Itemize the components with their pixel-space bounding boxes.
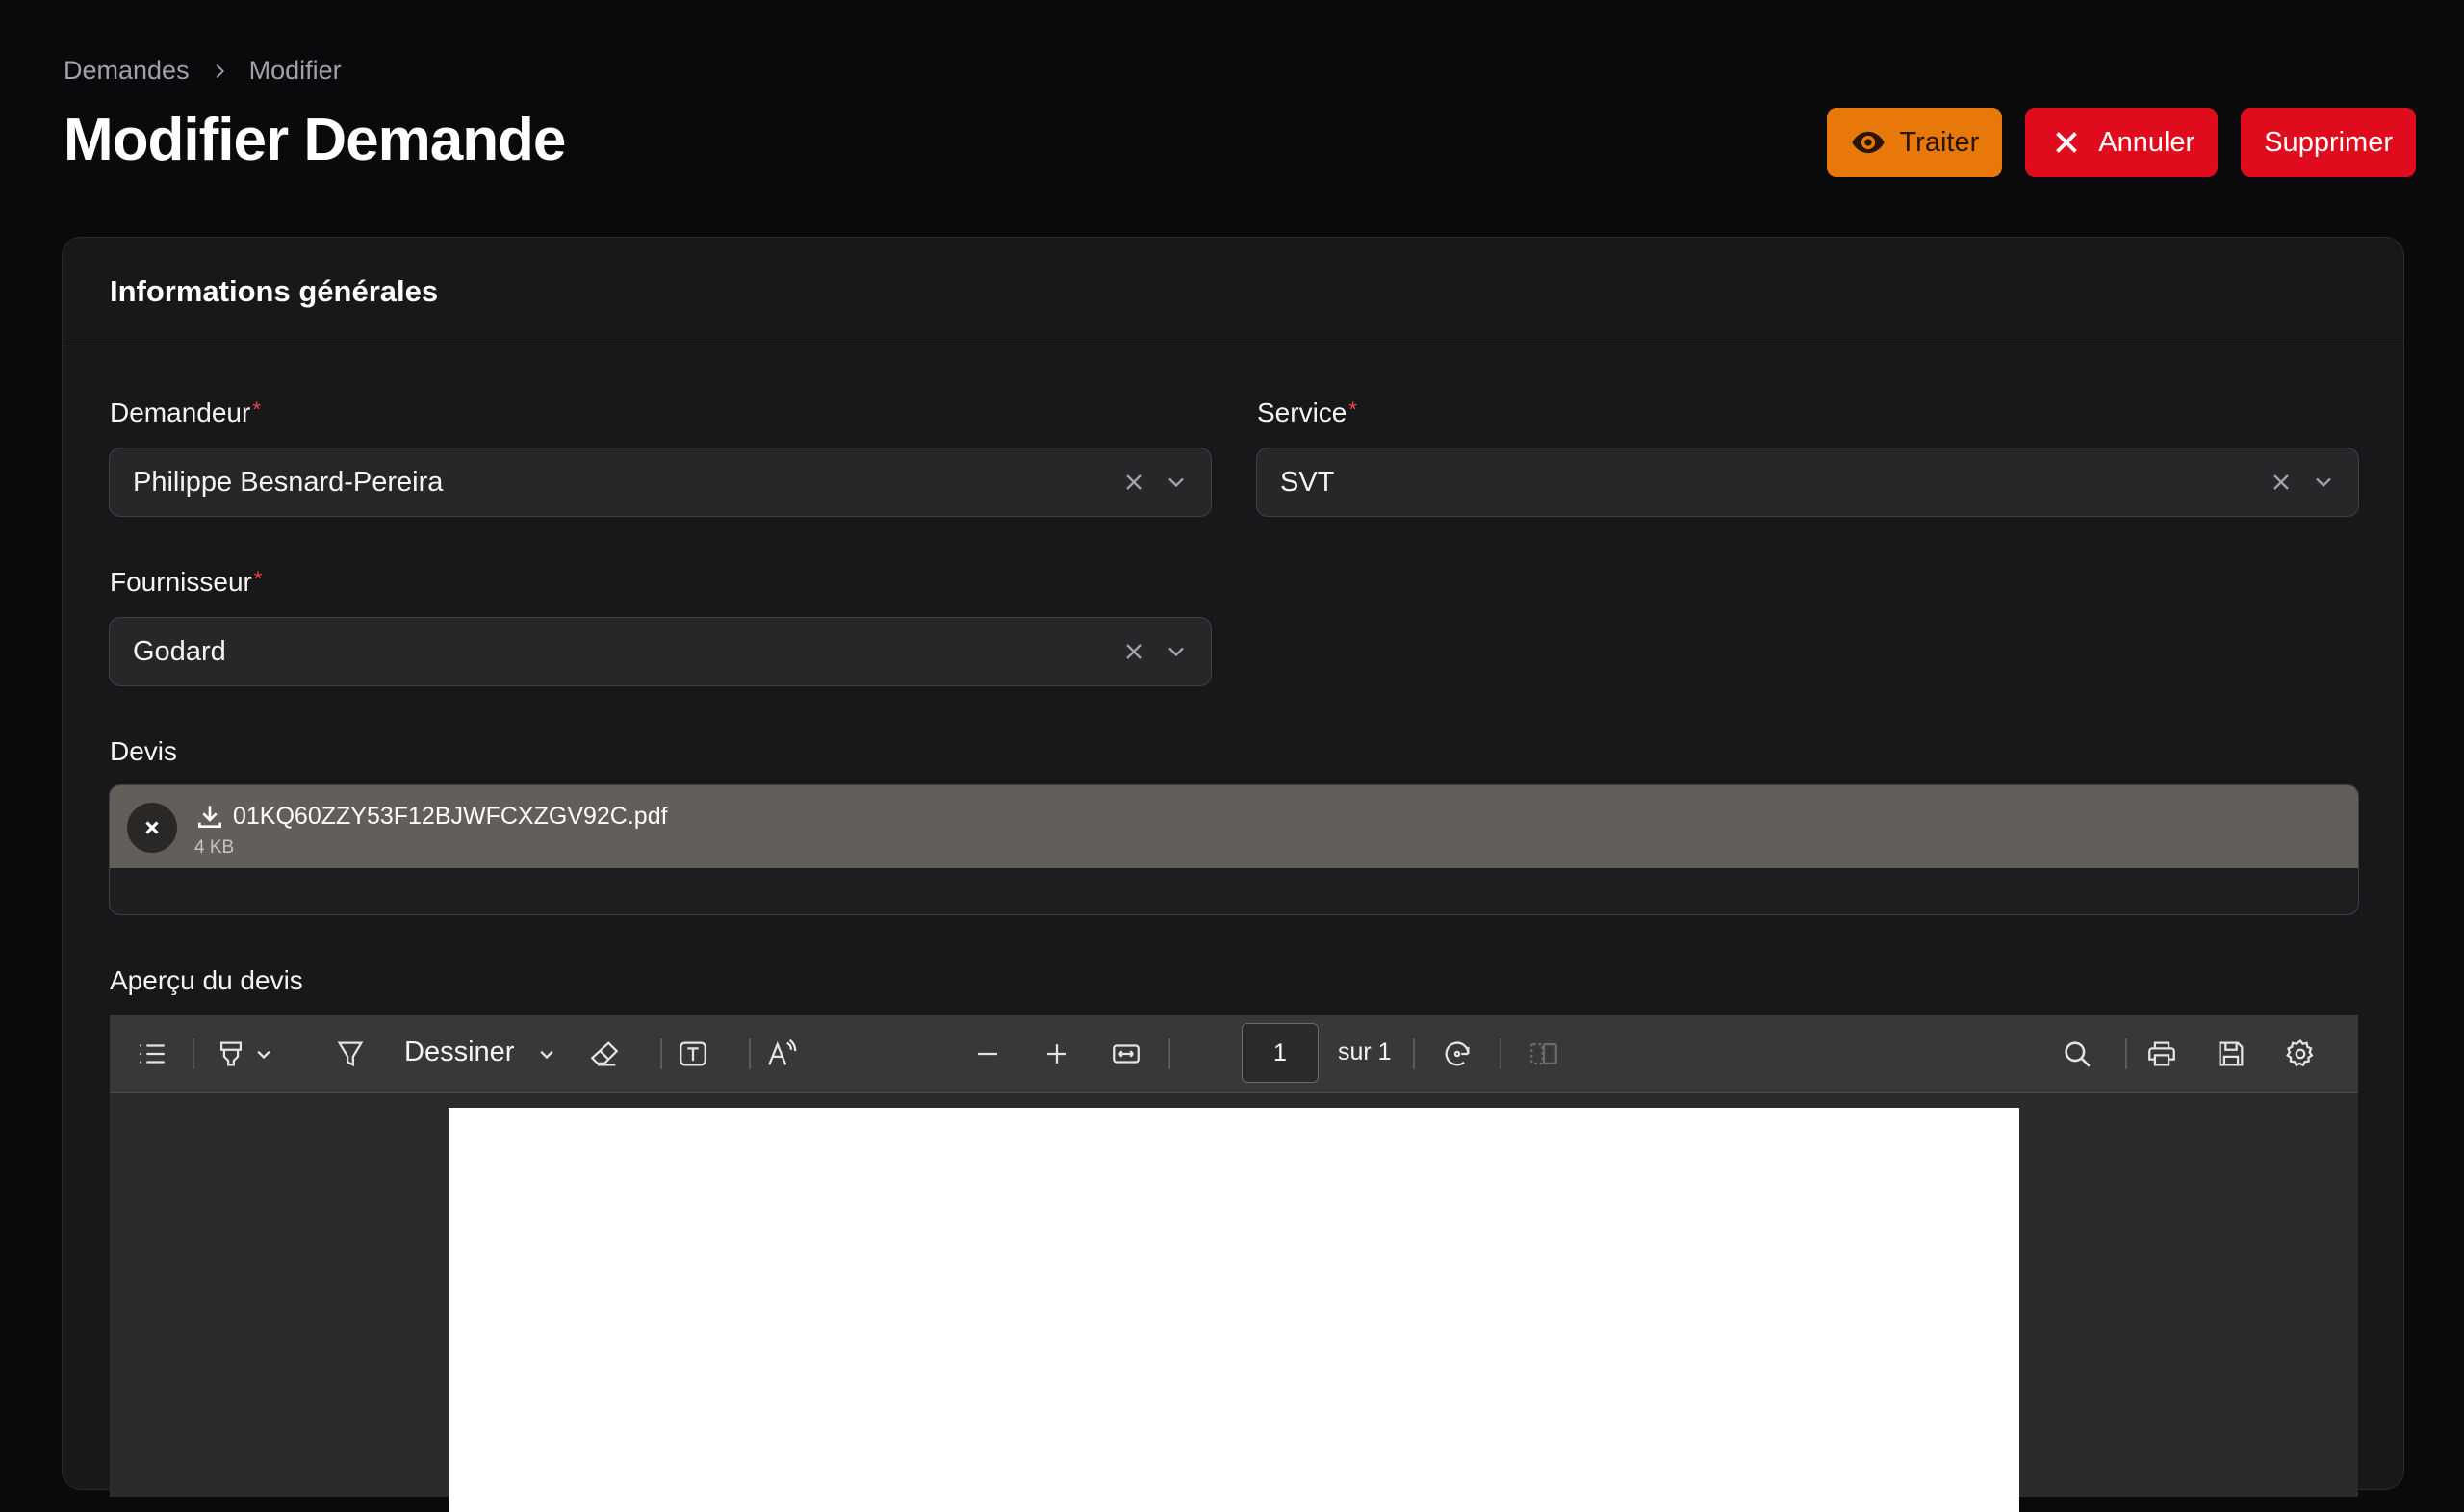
list-icon	[140, 1044, 165, 1064]
save-icon	[2219, 1041, 2244, 1066]
process-button-label: Traiter	[1899, 126, 1980, 158]
toolbar-divider	[660, 1038, 662, 1069]
zoom-in-button[interactable]	[1038, 1035, 1076, 1073]
download-icon[interactable]	[194, 801, 225, 832]
toolbar-divider	[1168, 1038, 1170, 1069]
draw-label[interactable]: Dessiner	[404, 1037, 514, 1068]
toolbar-divider	[1413, 1038, 1415, 1069]
file-name: 01KQ60ZZY53F12BJWFCXZGV92C.pdf	[233, 803, 668, 830]
chevron-down-icon[interactable]	[1163, 638, 1190, 665]
requester-label-text: Demandeur	[110, 397, 251, 427]
eye-icon	[1851, 131, 1885, 154]
clear-icon[interactable]	[1120, 638, 1147, 665]
zoom-out-button[interactable]	[968, 1035, 1007, 1073]
required-marker: *	[253, 567, 263, 591]
chevron-down-icon	[257, 1050, 270, 1060]
supplier-value: Godard	[133, 635, 226, 667]
text-tool[interactable]	[674, 1035, 712, 1073]
process-button[interactable]: Traiter	[1826, 108, 2003, 177]
preview-label: Aperçu du devis	[110, 965, 303, 995]
settings-button[interactable]	[2281, 1035, 2320, 1073]
page-total: sur 1	[1338, 1038, 1392, 1065]
rotate-icon	[1445, 1041, 1470, 1066]
supplier-select[interactable]: Godard	[109, 617, 1212, 686]
general-info-card: Informations générales Demandeur* Philip…	[62, 237, 2404, 1512]
requester-label: Demandeur*	[110, 397, 261, 428]
breadcrumb: Demandes Modifier	[64, 56, 342, 86]
highlighter-icon	[219, 1041, 243, 1066]
pdf-toolbar: Dessiner 1 sur 1	[110, 1015, 2358, 1093]
cancel-button-label: Annuler	[2098, 126, 2195, 158]
text-box-icon	[680, 1041, 706, 1066]
delete-button-label: Supprimer	[2264, 126, 2393, 158]
save-button[interactable]	[2212, 1035, 2250, 1073]
highlight-tool[interactable]	[212, 1035, 250, 1073]
draw-tool[interactable]	[331, 1035, 370, 1073]
required-marker: *	[252, 397, 261, 422]
header-actions: Traiter Annuler Supprimer	[1826, 108, 2416, 177]
service-value: SVT	[1280, 466, 1335, 498]
clear-icon[interactable]	[2268, 469, 2295, 496]
pdf-viewer: Dessiner 1 sur 1	[110, 1015, 2358, 1512]
file-size: 4 KB	[194, 837, 235, 858]
pen-icon	[337, 1041, 364, 1067]
requester-value: Philippe Besnard-Pereira	[133, 466, 444, 498]
rotate-button[interactable]	[1438, 1035, 1476, 1073]
page-layout-button[interactable]	[1525, 1035, 1563, 1073]
page-number-input[interactable]	[1242, 1023, 1319, 1083]
toolbar-divider	[192, 1038, 194, 1069]
requester-select[interactable]: Philippe Besnard-Pereira	[109, 448, 1212, 517]
draw-options[interactable]	[533, 1035, 560, 1073]
highlight-options[interactable]	[250, 1035, 277, 1073]
toolbar-divider	[1500, 1038, 1502, 1069]
remove-file-button[interactable]	[127, 803, 177, 853]
chevron-right-icon	[216, 64, 224, 78]
minus-icon	[978, 1052, 997, 1056]
quote-upload-area[interactable]: 01KQ60ZZY53F12BJWFCXZGV92C.pdf 4 KB	[109, 784, 2359, 915]
search-icon	[2065, 1041, 2091, 1067]
outline-toggle[interactable]	[133, 1035, 171, 1073]
toolbar-divider	[2125, 1038, 2127, 1069]
print-icon	[2148, 1041, 2175, 1066]
chevron-down-icon[interactable]	[2310, 469, 2337, 496]
delete-button[interactable]: Supprimer	[2241, 108, 2416, 177]
eraser-icon	[590, 1041, 619, 1066]
breadcrumb-item-current: Modifier	[248, 56, 342, 85]
close-icon	[145, 821, 159, 834]
cancel-button[interactable]: Annuler	[2025, 108, 2219, 177]
gear-icon	[2286, 1038, 2314, 1067]
breadcrumb-item-demandes[interactable]: Demandes	[64, 56, 190, 86]
service-select[interactable]: SVT	[1256, 448, 2359, 517]
pdf-page	[449, 1108, 2019, 1512]
uploaded-file: 01KQ60ZZY53F12BJWFCXZGV92C.pdf 4 KB	[110, 785, 2358, 868]
page-title: Modifier Demande	[64, 107, 566, 173]
required-marker: *	[1348, 397, 1357, 422]
section-title: Informations générales	[63, 238, 2403, 346]
clear-icon[interactable]	[1120, 469, 1147, 496]
service-label-text: Service	[1257, 397, 1348, 427]
quote-label: Devis	[110, 736, 178, 766]
supplier-label-text: Fournisseur	[110, 567, 252, 597]
plus-icon	[1047, 1044, 1066, 1064]
read-aloud-icon	[768, 1038, 797, 1065]
pages-icon	[1530, 1042, 1557, 1065]
chevron-down-icon	[540, 1050, 553, 1060]
read-aloud-tool[interactable]	[762, 1035, 801, 1073]
toolbar-divider	[749, 1038, 751, 1069]
close-icon	[2056, 132, 2078, 153]
chevron-down-icon[interactable]	[1163, 469, 1190, 496]
fit-page-button[interactable]	[1107, 1035, 1145, 1073]
service-label: Service*	[1257, 397, 1357, 428]
print-button[interactable]	[2143, 1035, 2181, 1073]
supplier-label: Fournisseur*	[110, 567, 262, 598]
eraser-tool[interactable]	[585, 1035, 624, 1073]
fit-width-icon	[1113, 1044, 1140, 1064]
search-button[interactable]	[2058, 1035, 2096, 1073]
